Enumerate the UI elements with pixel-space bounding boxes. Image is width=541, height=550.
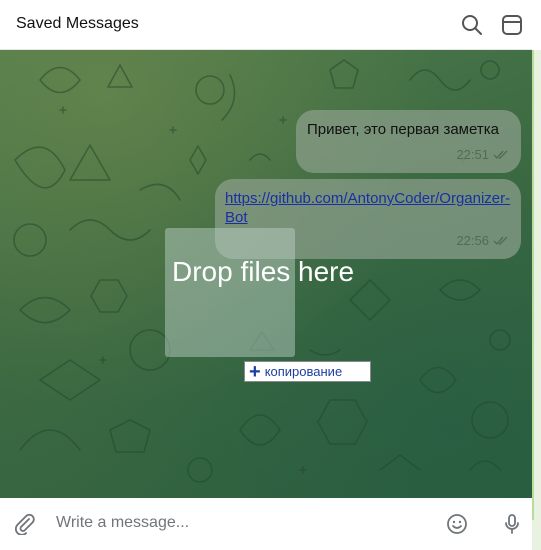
message-time: 22:56 bbox=[456, 233, 489, 248]
emoji-icon[interactable] bbox=[444, 511, 470, 537]
message-time: 22:51 bbox=[456, 147, 489, 162]
sidebar-toggle-icon[interactable] bbox=[499, 12, 525, 38]
drop-zone[interactable] bbox=[165, 228, 295, 357]
message-text: Привет, это первая заметка bbox=[307, 121, 499, 138]
message-composer bbox=[0, 498, 532, 550]
plus-icon: + bbox=[249, 360, 261, 383]
message-bubble[interactable]: Привет, это первая заметка 22:51 bbox=[296, 110, 521, 173]
paperclip-icon[interactable] bbox=[12, 511, 38, 537]
drop-files-label: Drop files here bbox=[172, 256, 355, 287]
drag-copy-tooltip: + копирование bbox=[244, 361, 371, 382]
chat-header: Saved Messages bbox=[0, 0, 532, 50]
message-meta: 22:56 bbox=[456, 233, 509, 248]
chat-background: Привет, это первая заметка 22:51 https:/… bbox=[0, 50, 532, 498]
message-meta: 22:51 bbox=[456, 147, 509, 162]
chat-window: Saved Messages Привет, это первая заметк… bbox=[0, 0, 532, 550]
message-link[interactable]: https://github.com/AntonyCoder/Organizer… bbox=[225, 189, 515, 227]
microphone-icon[interactable] bbox=[499, 511, 525, 537]
double-check-icon bbox=[493, 236, 508, 245]
message-input[interactable] bbox=[48, 510, 434, 536]
drag-copy-label: копирование bbox=[264, 364, 343, 379]
chat-title: Saved Messages bbox=[16, 15, 139, 32]
window-edge-accent bbox=[532, 50, 534, 520]
search-icon[interactable] bbox=[459, 12, 485, 38]
double-check-icon bbox=[493, 150, 508, 159]
